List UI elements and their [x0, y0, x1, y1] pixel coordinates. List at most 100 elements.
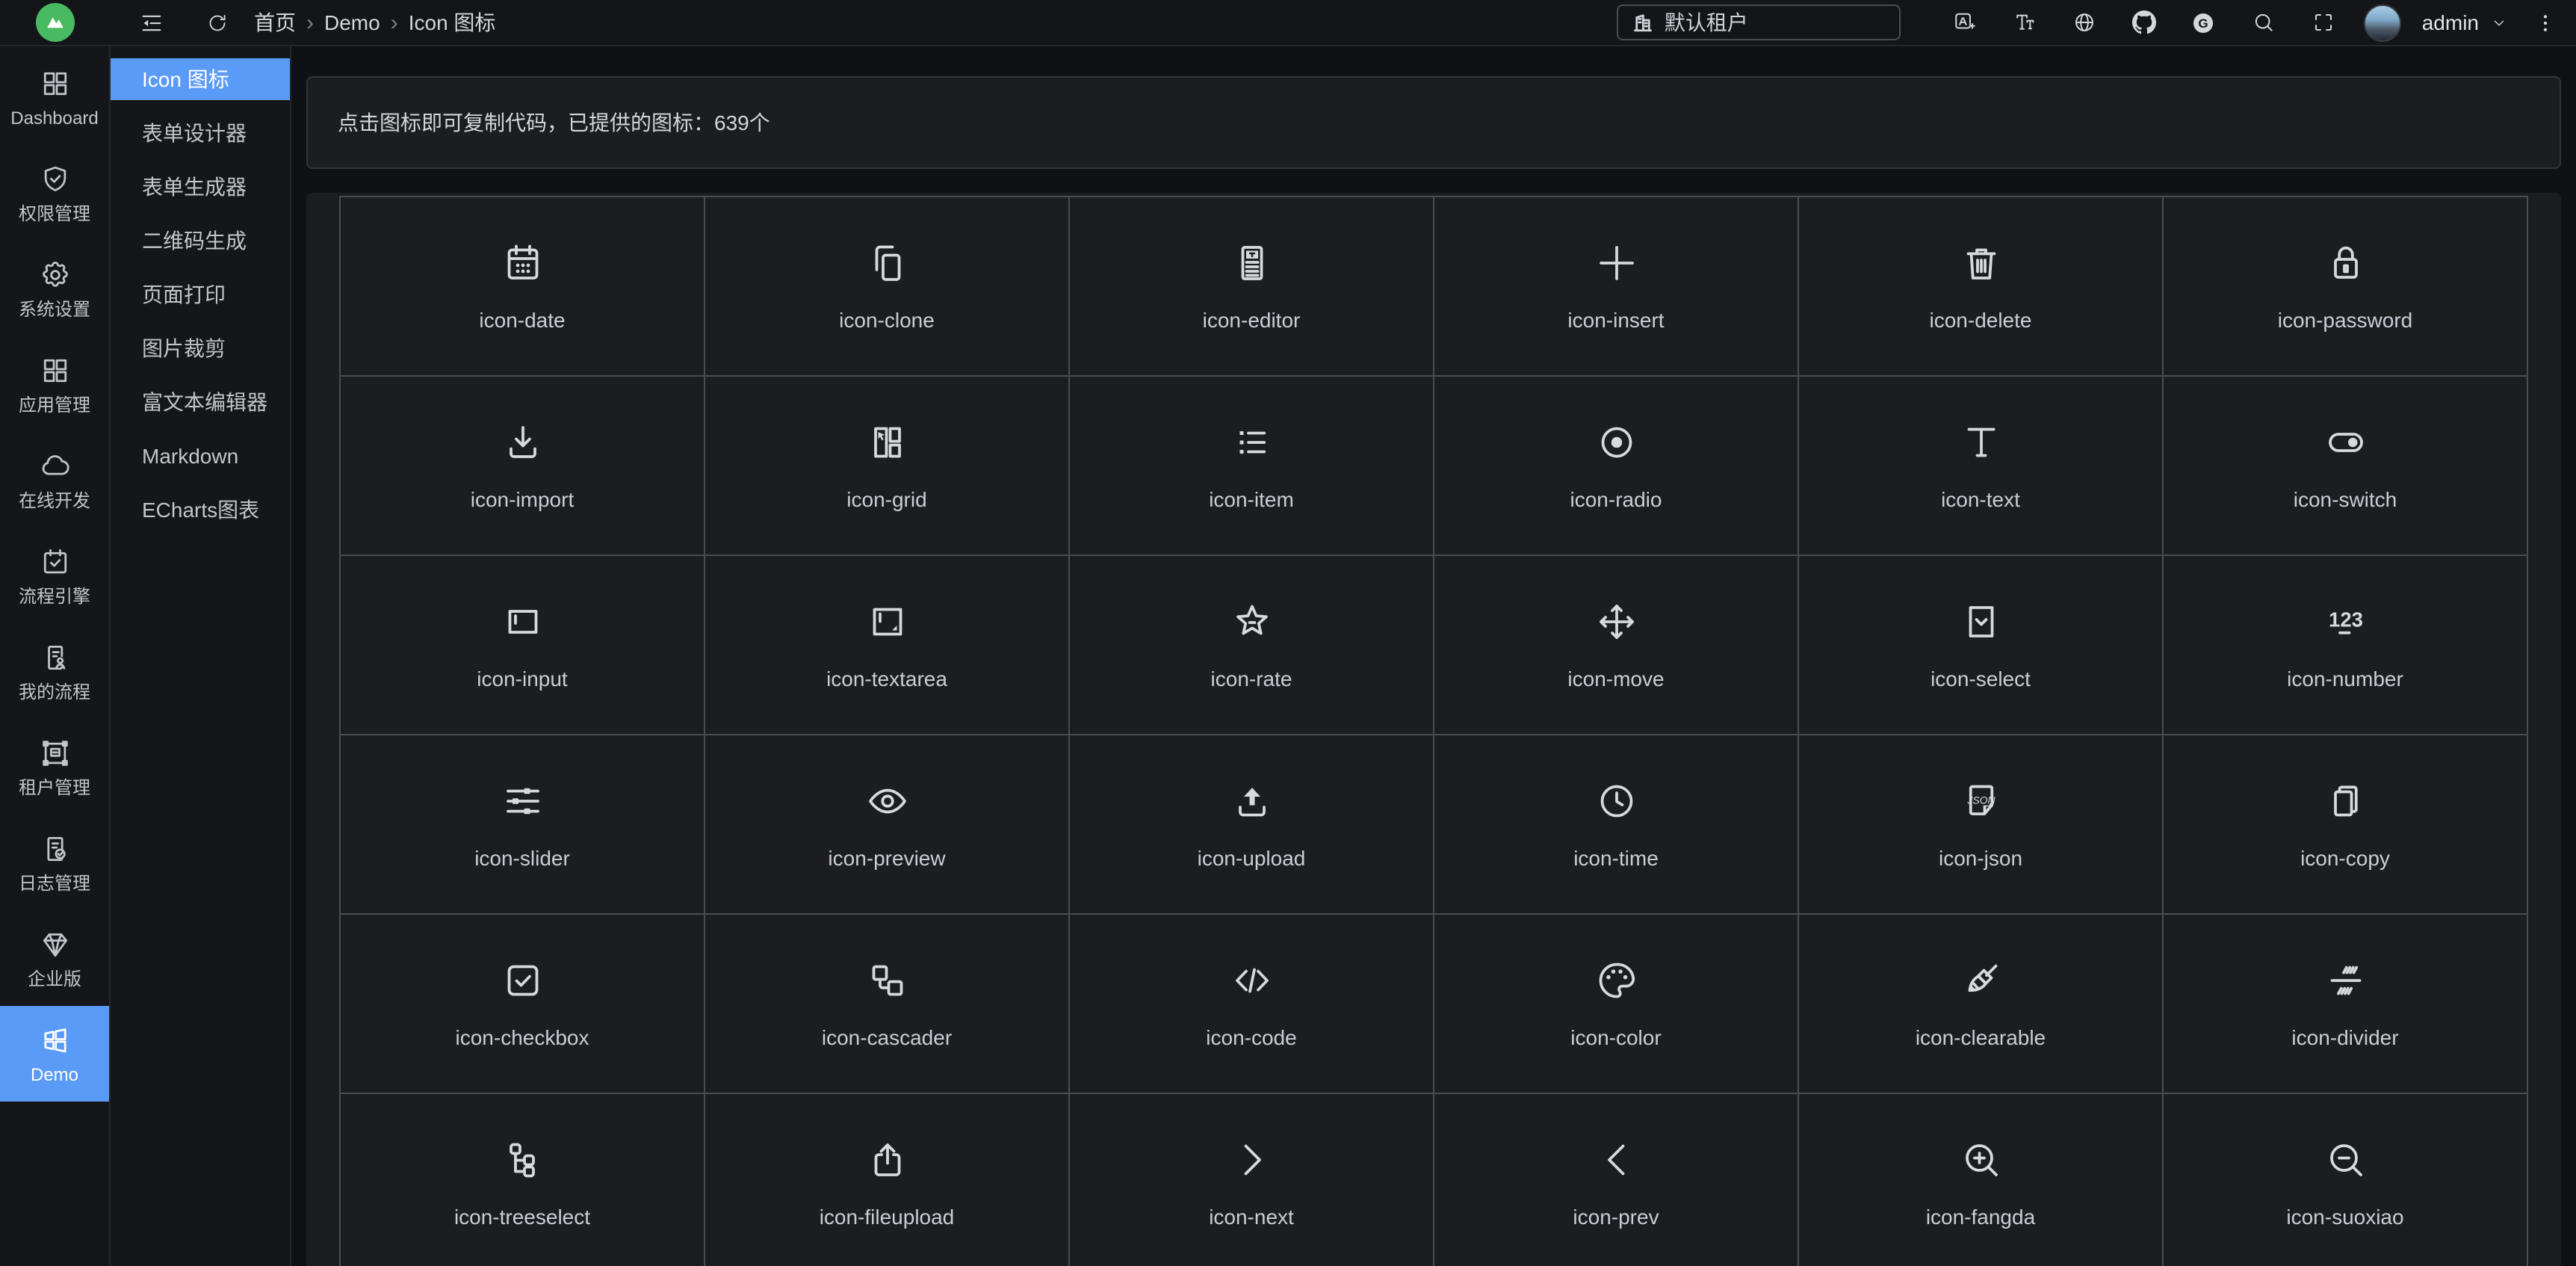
icon-switch-glyph	[2323, 420, 2368, 465]
top-navbar: 首页›Demo›Icon 图标 默认租户 admin	[0, 0, 2576, 46]
theme-settings-button[interactable]	[2525, 3, 2564, 42]
avatar[interactable]	[2364, 4, 2401, 41]
diamond-icon	[38, 928, 71, 961]
icon-cell-icon-item[interactable]: icon-item	[1070, 377, 1434, 556]
submenu-item-页面打印[interactable]: 页面打印	[111, 274, 290, 315]
icon-divider-glyph	[2323, 958, 2368, 1003]
icon-cell-icon-upload[interactable]: icon-upload	[1070, 735, 1434, 915]
icon-cell-icon-next[interactable]: icon-next	[1070, 1094, 1434, 1266]
sidebar-item-流程引擎[interactable]: 流程引擎	[0, 528, 109, 623]
submenu-item-二维码生成[interactable]: 二维码生成	[111, 220, 290, 262]
gitee-button[interactable]	[2182, 3, 2226, 42]
grid-icon	[38, 67, 71, 100]
icon-preview-glyph	[864, 779, 909, 824]
github-button[interactable]	[2122, 3, 2167, 42]
icon-cell-icon-password[interactable]: icon-password	[2164, 197, 2528, 377]
icon-cell-icon-treeselect[interactable]: icon-treeselect	[341, 1094, 705, 1266]
icon-cell-icon-date[interactable]: icon-date	[341, 197, 705, 377]
sidebar-item-应用管理[interactable]: 应用管理	[0, 336, 109, 432]
search-button[interactable]	[2241, 3, 2286, 42]
icon-cell-icon-time[interactable]: icon-time	[1434, 735, 1799, 915]
calendar-check-icon	[38, 546, 71, 578]
icon-cell-icon-copy[interactable]: icon-copy	[2164, 735, 2528, 915]
icon-cell-icon-input[interactable]: icon-input	[341, 556, 705, 735]
sidebar-item-在线开发[interactable]: 在线开发	[0, 432, 109, 528]
icon-cell-icon-cascader[interactable]: icon-cascader	[705, 915, 1070, 1094]
user-menu-toggle[interactable]	[2491, 14, 2507, 31]
icon-cell-icon-color[interactable]: icon-color	[1434, 915, 1799, 1094]
app-window: 首页›Demo›Icon 图标 默认租户 admin Dashboard权限管理…	[0, 0, 2576, 1266]
breadcrumb-item[interactable]: Icon 图标	[409, 7, 496, 37]
breadcrumb-item[interactable]: Demo	[324, 10, 380, 34]
icon-cell-icon-prev[interactable]: icon-prev	[1434, 1094, 1799, 1266]
icon-cell-icon-fileupload[interactable]: icon-fileupload	[705, 1094, 1070, 1266]
icon-item-glyph	[1229, 420, 1274, 465]
icon-cell-label: icon-editor	[1203, 308, 1301, 332]
icon-cell-icon-editor[interactable]: icon-editor	[1070, 197, 1434, 377]
icon-cell-icon-select[interactable]: icon-select	[1799, 556, 2164, 735]
sidebar-item-系统设置[interactable]: 系统设置	[0, 241, 109, 336]
icon-cell-icon-suoxiao[interactable]: icon-suoxiao	[2164, 1094, 2528, 1266]
sidebar-item-label: 租户管理	[19, 779, 90, 797]
tenant-select[interactable]: 默认租户	[1617, 4, 1901, 40]
breadcrumb-item[interactable]: 首页	[254, 7, 296, 37]
font-size-button[interactable]	[2002, 3, 2047, 42]
submenu-item-Icon 图标[interactable]: Icon 图标	[111, 58, 290, 100]
icon-editor-glyph	[1229, 241, 1274, 285]
icon-cell-icon-grid[interactable]: icon-grid	[705, 377, 1070, 556]
sidebar-item-label: 我的流程	[19, 683, 90, 701]
icon-cell-icon-import[interactable]: icon-import	[341, 377, 705, 556]
submenu-item-Markdown[interactable]: Markdown	[111, 435, 290, 477]
primary-sidebar: Dashboard权限管理系统设置应用管理在线开发流程引擎我的流程租户管理日志管…	[0, 46, 111, 1266]
submenu-item-表单生成器[interactable]: 表单生成器	[111, 166, 290, 208]
icon-cell-icon-code[interactable]: icon-code	[1070, 915, 1434, 1094]
submenu-item-表单设计器[interactable]: 表单设计器	[111, 112, 290, 154]
icon-cell-icon-switch[interactable]: icon-switch	[2164, 377, 2528, 556]
icon-cell-label: icon-json	[1939, 846, 2022, 870]
sidebar-item-企业版[interactable]: 企业版	[0, 910, 109, 1006]
sidebar-item-权限管理[interactable]: 权限管理	[0, 145, 109, 241]
mountain-logo-icon	[43, 10, 67, 34]
icon-cell-label: icon-fangda	[1926, 1205, 2035, 1229]
submenu-item-图片裁剪[interactable]: 图片裁剪	[111, 327, 290, 369]
icon-cell-icon-json[interactable]: icon-json	[1799, 735, 2164, 915]
collapse-sidebar-button[interactable]	[131, 3, 170, 42]
icon-cell-icon-delete[interactable]: icon-delete	[1799, 197, 2164, 377]
icon-cell-icon-fangda[interactable]: icon-fangda	[1799, 1094, 2164, 1266]
submenu-item-ECharts图表[interactable]: ECharts图表	[111, 489, 290, 531]
icon-cell-icon-checkbox[interactable]: icon-checkbox	[341, 915, 705, 1094]
icon-cell-icon-move[interactable]: icon-move	[1434, 556, 1799, 735]
icon-cell-label: icon-preview	[828, 846, 945, 870]
submenu-item-富文本编辑器[interactable]: 富文本编辑器	[111, 381, 290, 423]
refresh-icon	[205, 11, 228, 34]
sidebar-item-我的流程[interactable]: 我的流程	[0, 623, 109, 719]
chevron-down-icon	[2491, 14, 2507, 31]
icon-cell-icon-clone[interactable]: icon-clone	[705, 197, 1070, 377]
icon-cell-icon-text[interactable]: icon-text	[1799, 377, 2164, 556]
kebab-menu-icon	[2533, 11, 2556, 34]
sidebar-item-租户管理[interactable]: 租户管理	[0, 719, 109, 815]
icon-cell-icon-number[interactable]: icon-number	[2164, 556, 2528, 735]
icon-cell-icon-divider[interactable]: icon-divider	[2164, 915, 2528, 1094]
sidebar-item-demo[interactable]: Demo	[0, 1006, 109, 1102]
icon-cell-icon-preview[interactable]: icon-preview	[705, 735, 1070, 915]
icon-cell-icon-slider[interactable]: icon-slider	[341, 735, 705, 915]
icon-cell-label: icon-color	[1570, 1025, 1661, 1049]
refresh-button[interactable]	[197, 3, 236, 42]
icon-cell-label: icon-textarea	[826, 667, 947, 691]
icon-cell-icon-textarea[interactable]: icon-textarea	[705, 556, 1070, 735]
translate-button[interactable]	[1942, 3, 1987, 42]
sidebar-item-dashboard[interactable]: Dashboard	[0, 49, 109, 145]
icon-cell-icon-clearable[interactable]: icon-clearable	[1799, 915, 2164, 1094]
logo-container[interactable]	[0, 3, 111, 42]
search-icon	[2252, 10, 2276, 34]
language-globe-button[interactable]	[2062, 3, 2107, 42]
sidebar-item-label: 日志管理	[19, 874, 90, 892]
icon-cell-icon-insert[interactable]: icon-insert	[1434, 197, 1799, 377]
icon-suoxiao-glyph	[2323, 1137, 2368, 1182]
icon-json-glyph	[1958, 779, 2003, 824]
icon-cell-icon-rate[interactable]: icon-rate	[1070, 556, 1434, 735]
icon-cell-icon-radio[interactable]: icon-radio	[1434, 377, 1799, 556]
sidebar-item-日志管理[interactable]: 日志管理	[0, 815, 109, 910]
fullscreen-button[interactable]	[2301, 3, 2346, 42]
